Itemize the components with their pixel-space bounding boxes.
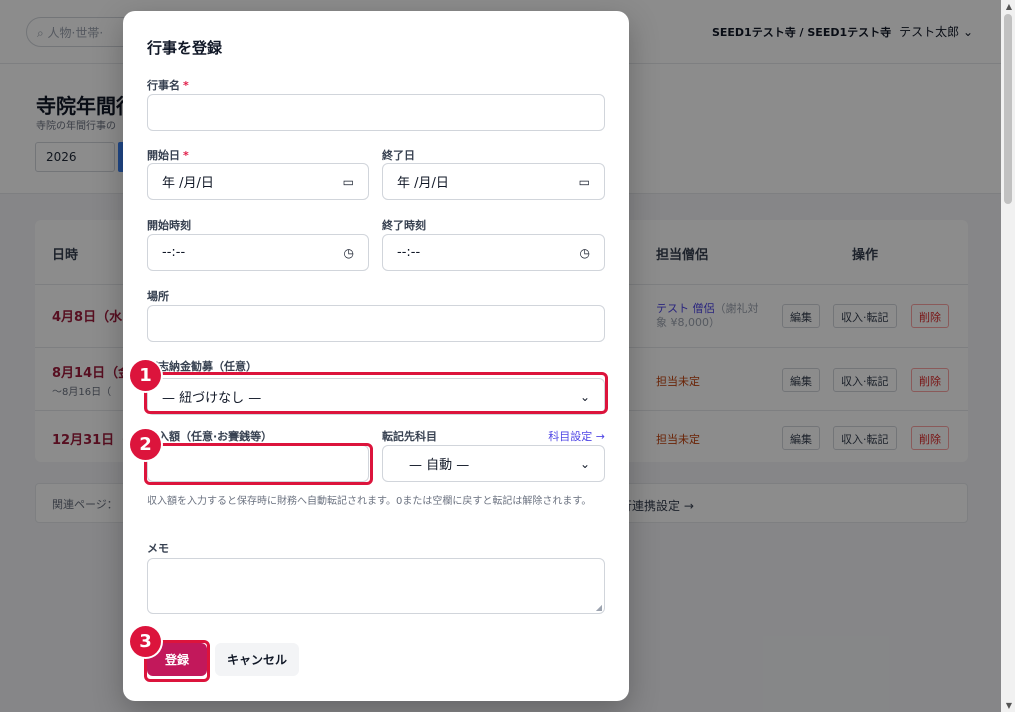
amount-hint: 収入額を入力すると保存時に財務へ自動転記されます。0または空欄に戻すと転記は解除… — [147, 496, 592, 507]
highlight-campaign — [144, 372, 608, 414]
start-date-input[interactable]: 年 /月/日 ▭ — [147, 163, 369, 200]
event-name-label: 行事名 * — [147, 79, 189, 92]
start-time-input[interactable]: --:-- ◷ — [147, 234, 369, 271]
calendar-icon[interactable]: ▭ — [579, 175, 590, 189]
place-input[interactable] — [147, 305, 605, 342]
register-event-modal: 行事を登録 行事名 * 開始日 * 終了日 年 /月/日 ▭ 年 /月/日 ▭ 開始時刻… — [123, 11, 629, 701]
step-badge-3: 3 — [130, 626, 161, 657]
scroll-up-arrow-icon[interactable]: ▲ — [1006, 2, 1012, 11]
modal-title: 行事を登録 — [147, 39, 223, 57]
account-label: 転記先科目 — [382, 430, 437, 443]
chevron-down-icon: ⌄ — [579, 456, 590, 471]
place-label: 場所 — [147, 290, 169, 303]
highlight-amount — [144, 443, 373, 485]
calendar-icon[interactable]: ▭ — [343, 175, 354, 189]
scrollbar[interactable]: ▲ ▼ — [1001, 0, 1015, 712]
amount-label: 収入額（任意·お賽銭等） — [147, 430, 273, 443]
step-badge-2: 2 — [130, 429, 161, 460]
start-time-label: 開始時刻 — [147, 219, 191, 232]
end-time-input[interactable]: --:-- ◷ — [382, 234, 605, 271]
clock-icon[interactable]: ◷ — [344, 246, 354, 260]
end-date-label: 終了日 — [382, 149, 415, 162]
resize-grip-icon[interactable]: ◢ — [596, 603, 602, 612]
end-date-input[interactable]: 年 /月/日 ▭ — [382, 163, 605, 200]
event-name-input[interactable] — [147, 94, 605, 131]
account-settings-link[interactable]: 科目設定 → — [548, 428, 605, 444]
account-select[interactable]: — 自動 — ⌄ — [382, 445, 605, 482]
scroll-down-arrow-icon[interactable]: ▼ — [1006, 701, 1012, 710]
memo-textarea[interactable]: ◢ — [147, 558, 605, 614]
scroll-thumb[interactable] — [1004, 14, 1012, 204]
step-badge-1: 1 — [130, 360, 161, 391]
clock-icon[interactable]: ◷ — [580, 246, 590, 260]
memo-label: メモ — [147, 542, 169, 555]
cancel-button[interactable]: キャンセル — [215, 643, 299, 676]
start-date-label: 開始日 * — [147, 149, 189, 162]
end-time-label: 終了時刻 — [382, 219, 426, 232]
